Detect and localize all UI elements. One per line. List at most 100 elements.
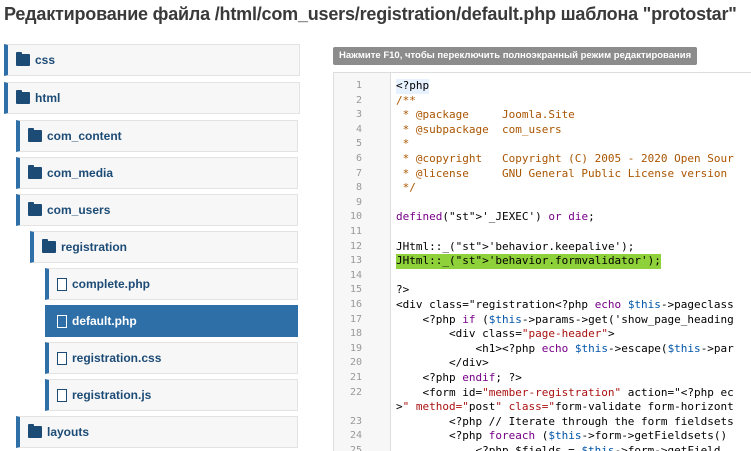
tree-item-html[interactable]: html xyxy=(4,82,300,114)
code-line[interactable]: 9 xyxy=(334,196,751,211)
tree-item-label: registration xyxy=(61,240,128,254)
tree-item-registration-js[interactable]: registration.js xyxy=(45,379,298,411)
code-text: <form id="member-registration" action="<… xyxy=(396,385,734,399)
code-text: <div class="registration<?php echo $this… xyxy=(396,298,734,311)
tree-item-complete-php[interactable]: complete.php xyxy=(45,268,298,300)
code-text: <?php if ($this->params->get('show_page_… xyxy=(396,312,734,326)
tree-item-label: com_users xyxy=(47,203,111,217)
code-text: * @subpackage com_users xyxy=(396,122,562,136)
file-icon xyxy=(57,351,67,365)
code-text: <?php // Iterate through the form fields… xyxy=(396,414,734,428)
tree-item-label: default.php xyxy=(72,314,137,328)
code-text: <?php xyxy=(396,79,430,94)
code-line[interactable]: 2 /** xyxy=(334,94,751,109)
code-text: /** xyxy=(396,93,416,107)
line-number: 8 xyxy=(355,182,362,194)
fullscreen-hint: Нажмите F10, чтобы переключить полноэкра… xyxy=(333,47,698,65)
tree-item-label: html xyxy=(35,91,61,105)
tree-item-label: com_content xyxy=(47,129,122,143)
code-editor[interactable]: 1 <?php 2/** 3 * @package Joomla.Site 4 * @s… xyxy=(333,72,751,451)
line-number: 5 xyxy=(355,138,362,150)
line-number: 10 xyxy=(349,211,362,223)
line-number: 3 xyxy=(355,109,362,121)
code-line[interactable]: 13 JHtml::_("st">'behavior.formvalidator'… xyxy=(334,254,751,269)
tree-item-css[interactable]: css xyxy=(4,44,300,76)
line-number: 9 xyxy=(355,196,362,208)
code-line[interactable]: 22 <form id="member-registration" action… xyxy=(334,386,751,401)
code-line[interactable]: 11 xyxy=(334,225,751,240)
tree-item-com-media[interactable]: com_media xyxy=(16,157,298,189)
code-line[interactable]: 12 JHtml::_("st">'behavior.keepalive'); xyxy=(334,240,751,255)
folder-icon xyxy=(28,202,42,216)
folder-icon xyxy=(28,128,42,142)
line-number: 16 xyxy=(349,299,362,310)
tree-item-label: registration.css xyxy=(72,351,162,365)
line-number: 17 xyxy=(349,313,362,325)
tree-item-label: complete.php xyxy=(72,277,151,291)
code-line[interactable]: 20 </div> xyxy=(334,356,751,371)
file-icon xyxy=(57,277,67,291)
code-text: >" method="post" class="form-validate fo… xyxy=(396,400,734,414)
code-text: <?php endif; ?> xyxy=(396,371,522,384)
line-number: 12 xyxy=(349,240,362,252)
code-text: <div class="page-header"> xyxy=(396,327,615,341)
line-number: 21 xyxy=(349,372,362,383)
line-number: 2 xyxy=(355,94,362,106)
code-text: defined("st">'_JEXEC') or die; xyxy=(396,210,595,224)
code-text: </div> xyxy=(396,356,489,370)
line-number: 13 xyxy=(349,255,362,267)
tree-item-com-users[interactable]: com_users xyxy=(16,194,298,226)
tree-item-label: com_media xyxy=(47,166,114,180)
code-text: * xyxy=(396,137,410,151)
code-line[interactable]: 24 <?php foreach ($this->form->getFields… xyxy=(334,429,751,444)
code-line[interactable]: 7 * @license GNU General Public License … xyxy=(334,167,751,182)
tree-item-label: css xyxy=(35,53,56,67)
folder-icon xyxy=(16,90,30,104)
line-number: 4 xyxy=(355,123,362,135)
folder-icon xyxy=(16,52,30,66)
code-text: * @copyright Copyright (C) 2005 - 2020 O… xyxy=(396,152,734,165)
code-line[interactable]: 14 xyxy=(334,269,751,284)
file-icon xyxy=(57,314,67,328)
tree-item-layouts[interactable]: layouts xyxy=(16,416,298,448)
code-line[interactable]: 8 */ xyxy=(334,181,751,196)
folder-icon xyxy=(28,424,42,438)
code-line[interactable]: 5 * xyxy=(334,137,751,152)
code-line[interactable]: 4 * @subpackage com_users xyxy=(334,123,751,138)
folder-icon xyxy=(42,239,56,253)
code-line[interactable]: 23 <?php // Iterate through the form fie… xyxy=(334,415,751,430)
code-text: <h1><?php echo $this->escape($this->par xyxy=(396,341,734,355)
tree-item-registration-css[interactable]: registration.css xyxy=(45,342,298,374)
code-line[interactable]: 17 <?php if ($this->params->get('show_pa… xyxy=(334,313,751,328)
line-number: 24 xyxy=(349,430,362,442)
code-line[interactable]: 18 <div class="page-header"> xyxy=(334,327,751,342)
code-line[interactable]: 3 * @package Joomla.Site xyxy=(334,108,751,123)
tree-item-com-content[interactable]: com_content xyxy=(16,120,298,152)
line-number: 23 xyxy=(349,415,362,427)
code-text: <?php foreach ($this->form->getFieldsets… xyxy=(396,429,728,443)
line-number: 15 xyxy=(349,284,362,296)
code-text: JHtml::_("st">'behavior.formvalidator'); xyxy=(396,254,661,269)
folder-icon xyxy=(28,165,42,179)
code-line[interactable]: >" method="post" class="form-validate fo… xyxy=(334,400,751,415)
code-text: * @package Joomla.Site xyxy=(396,108,575,122)
page-title: Редактирование файла /html/com_users/reg… xyxy=(4,4,737,24)
code-line[interactable]: 6 * @copyright Copyright (C) 2005 - 2020… xyxy=(334,152,751,167)
line-number: 22 xyxy=(349,386,362,398)
code-line[interactable]: 21 <?php endif; ?> xyxy=(334,371,751,386)
tree-item-label: registration.js xyxy=(72,388,152,402)
code-line[interactable]: 15 ?> xyxy=(334,283,751,298)
code-line[interactable]: 10 defined("st">'_JEXEC') or die; xyxy=(334,210,751,225)
tree-item-registration[interactable]: registration xyxy=(30,231,298,263)
code-line[interactable]: 19 <h1><?php echo $this->escape($this->p… xyxy=(334,342,751,357)
tree-item-label: layouts xyxy=(47,425,90,439)
line-number: 1 xyxy=(355,80,362,91)
line-number: 14 xyxy=(349,269,362,281)
line-number: 11 xyxy=(349,226,362,237)
line-number: 7 xyxy=(355,167,362,179)
line-number: 18 xyxy=(349,328,362,340)
code-text: */ xyxy=(396,181,416,195)
tree-item-default-php[interactable]: default.php xyxy=(45,305,298,337)
code-line[interactable]: 16 <div class="registration<?php echo $th… xyxy=(334,298,751,313)
code-line[interactable]: 1 <?php xyxy=(334,79,751,94)
